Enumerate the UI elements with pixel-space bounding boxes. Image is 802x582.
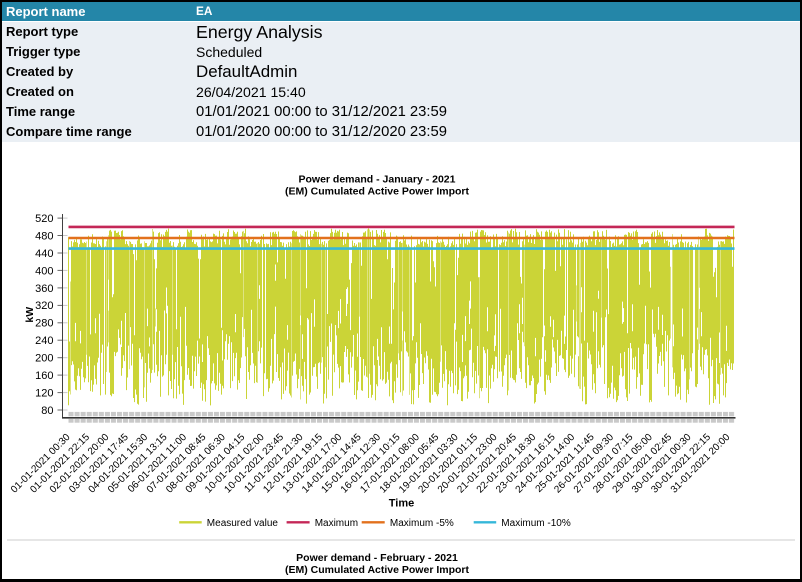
svg-text:Maximum: Maximum (315, 518, 358, 529)
svg-text:160: 160 (35, 370, 53, 382)
svg-text:Measured value: Measured value (207, 518, 279, 529)
svg-text:80: 80 (41, 405, 53, 417)
svg-text:280: 280 (35, 318, 53, 330)
svg-text:440: 440 (35, 248, 53, 260)
svg-text:240: 240 (35, 335, 53, 347)
svg-text:360: 360 (35, 283, 53, 295)
svg-text:120: 120 (35, 388, 53, 400)
svg-text:200: 200 (35, 353, 53, 365)
svg-text:320: 320 (35, 300, 53, 312)
svg-text:(EM) Cumulated Active Power Im: (EM) Cumulated Active Power Import (285, 564, 469, 576)
svg-text:Time: Time (389, 498, 414, 510)
svg-text:Power demand - January - 2021: Power demand - January - 2021 (299, 174, 456, 186)
svg-text:480: 480 (35, 230, 53, 242)
svg-text:520: 520 (35, 213, 53, 225)
svg-text:400: 400 (35, 265, 53, 277)
svg-text:Maximum -10%: Maximum -10% (501, 518, 571, 529)
svg-text:Power demand - February - 2021: Power demand - February - 2021 (296, 552, 458, 564)
svg-text:Maximum -5%: Maximum -5% (390, 518, 454, 529)
svg-text:kW: kW (24, 307, 36, 323)
svg-text:(EM) Cumulated Active Power Im: (EM) Cumulated Active Power Import (285, 186, 469, 198)
